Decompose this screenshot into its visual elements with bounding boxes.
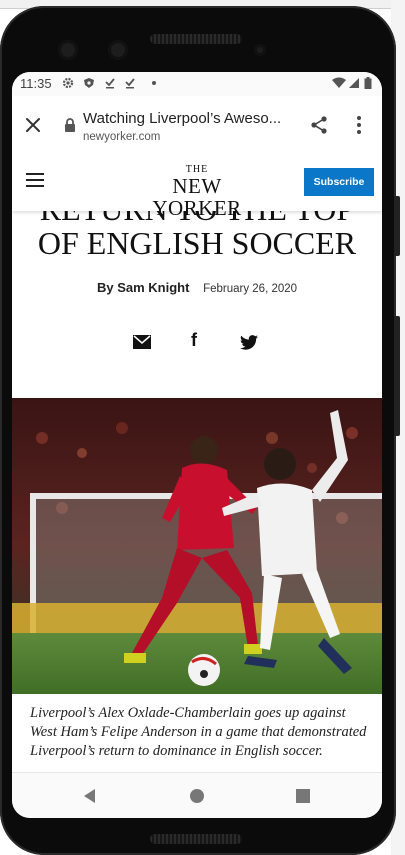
share-icon[interactable]: [309, 115, 329, 135]
email-icon[interactable]: [133, 335, 151, 349]
byline: By Sam Knight February 26, 2020: [12, 280, 382, 295]
shield-icon: [84, 78, 94, 88]
system-nav-bar: [12, 772, 382, 818]
site-logo[interactable]: THE NEW YORKER: [132, 165, 262, 220]
battery-icon: [364, 77, 372, 89]
close-icon[interactable]: [24, 116, 42, 134]
browser-toolbar: Watching Liverpool’s Aweso... newyorker.…: [12, 96, 382, 154]
download-done-icon: [105, 78, 115, 89]
status-bar: 11:35: [12, 72, 382, 96]
signal-icon: [349, 78, 359, 88]
photo-caption: Liverpool’s Alex Oxlade-Chamberlain goes…: [30, 705, 367, 759]
facebook-icon[interactable]: f: [191, 330, 203, 350]
dot-icon: [152, 81, 156, 85]
top-speaker: [150, 34, 242, 44]
byline-prefix: By: [96, 280, 114, 295]
back-icon[interactable]: [81, 787, 99, 805]
front-sensor: [108, 40, 128, 60]
subscribe-button[interactable]: Subscribe: [304, 168, 374, 196]
front-camera: [58, 40, 78, 60]
home-icon[interactable]: [188, 787, 206, 805]
power-button[interactable]: [394, 316, 400, 436]
bottom-speaker: [150, 834, 242, 844]
page-title[interactable]: Watching Liverpool’s Aweso...: [83, 110, 293, 127]
lock-icon: [65, 118, 75, 132]
front-camera-lens: [254, 44, 266, 56]
more-vert-icon[interactable]: [352, 115, 366, 135]
status-time: 11:35: [20, 76, 52, 91]
download-done-icon: [125, 78, 135, 89]
screen: 11:35 Watching Liverpool’s Aweso... newy…: [12, 72, 382, 818]
article-photo: [12, 398, 382, 694]
site-header: THE NEW YORKER Subscribe: [12, 153, 382, 219]
volume-button[interactable]: [394, 196, 400, 256]
phone-frame: 11:35 Watching Liverpool’s Aweso... newy…: [0, 6, 400, 855]
twitter-icon[interactable]: [240, 335, 258, 350]
menu-icon[interactable]: [26, 173, 44, 187]
logo-name: NEW YORKER: [152, 174, 242, 220]
page-url[interactable]: newyorker.com: [83, 131, 160, 143]
settings-icon: [62, 77, 74, 89]
headline-line-2: OF ENGLISH SOCCER: [37, 225, 357, 261]
recents-icon[interactable]: [294, 787, 312, 805]
publish-date: February 26, 2020: [203, 283, 298, 295]
author-link[interactable]: Sam Knight: [117, 280, 189, 295]
wifi-icon: [332, 77, 346, 88]
